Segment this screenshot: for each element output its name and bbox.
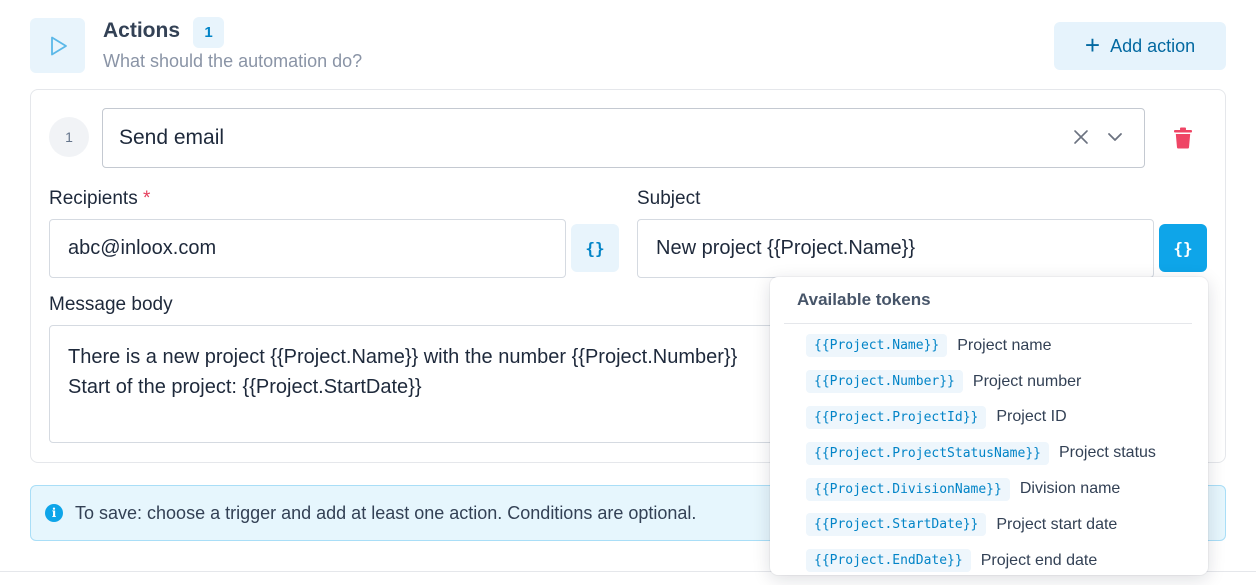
- token-chip[interactable]: {{Project.DivisionName}}: [806, 477, 1010, 501]
- token-description: Project start date: [996, 515, 1118, 533]
- divider: [784, 323, 1192, 324]
- token-chip[interactable]: {{Project.ProjectId}}: [806, 405, 987, 429]
- action-type-select[interactable]: Send email: [102, 108, 1145, 168]
- token-row: {{Project.Name}} Project name: [806, 328, 1206, 364]
- plus-icon: +: [1084, 30, 1101, 60]
- tokens-popup: Available tokens {{Project.Name}} Projec…: [770, 277, 1208, 575]
- token-row: {{Project.EndDate}} Project end date: [806, 543, 1206, 575]
- token-row: {{Project.StartDate}} Project start date: [806, 507, 1206, 543]
- required-marker: *: [143, 188, 151, 209]
- token-chip[interactable]: {{Project.StartDate}}: [806, 513, 987, 537]
- token-row: {{Project.ProjectId}} Project ID: [806, 400, 1206, 436]
- add-action-button[interactable]: + Add action: [1054, 22, 1226, 70]
- tokens-popup-title: Available tokens: [797, 290, 931, 309]
- recipients-token-button[interactable]: {}: [571, 224, 619, 272]
- token-chip[interactable]: {{Project.ProjectStatusName}}: [806, 441, 1049, 465]
- recipients-label: Recipients *: [49, 188, 151, 209]
- token-chip[interactable]: {{Project.EndDate}}: [806, 549, 971, 573]
- message-body-label: Message body: [49, 294, 173, 315]
- token-chip[interactable]: {{Project.Name}}: [806, 334, 948, 358]
- token-description: Division name: [1019, 480, 1121, 498]
- subject-token-button[interactable]: {}: [1159, 224, 1207, 272]
- info-text: To save: choose a trigger and add at lea…: [75, 502, 697, 523]
- subject-label: Subject: [637, 188, 701, 209]
- add-action-label: Add action: [1110, 35, 1196, 56]
- recipients-input[interactable]: abc@inloox.com: [49, 219, 566, 278]
- token-description: Project ID: [996, 408, 1067, 426]
- token-row: {{Project.Number}} Project number: [806, 364, 1206, 400]
- token-description: Project status: [1058, 444, 1156, 462]
- token-chip[interactable]: {{Project.Number}}: [806, 370, 963, 394]
- token-row: {{Project.DivisionName}} Division name: [806, 471, 1206, 507]
- step-number: 1: [49, 117, 89, 157]
- message-body-textarea[interactable]: There is a new project {{Project.Name}} …: [49, 325, 809, 443]
- section-title: Actions: [103, 19, 181, 42]
- message-line: There is a new project {{Project.Name}} …: [68, 346, 738, 368]
- play-icon: [30, 18, 85, 73]
- close-icon[interactable]: [1070, 126, 1092, 148]
- token-description: Project end date: [980, 551, 1098, 569]
- token-description: Project name: [957, 336, 1052, 354]
- section-subtitle: What should the automation do?: [103, 51, 363, 71]
- trash-icon[interactable]: [1171, 125, 1195, 151]
- token-description: Project number: [972, 372, 1082, 390]
- info-icon: i: [45, 504, 63, 522]
- token-row: {{Project.ProjectStatusName}} Project st…: [806, 435, 1206, 471]
- subject-input[interactable]: New project {{Project.Name}}: [637, 219, 1154, 278]
- message-line: Start of the project: {{Project.StartDat…: [68, 376, 422, 398]
- chevron-down-icon[interactable]: [1104, 126, 1126, 148]
- token-list: {{Project.Name}} Project name {{Project.…: [806, 328, 1206, 575]
- action-count-badge: 1: [193, 17, 224, 48]
